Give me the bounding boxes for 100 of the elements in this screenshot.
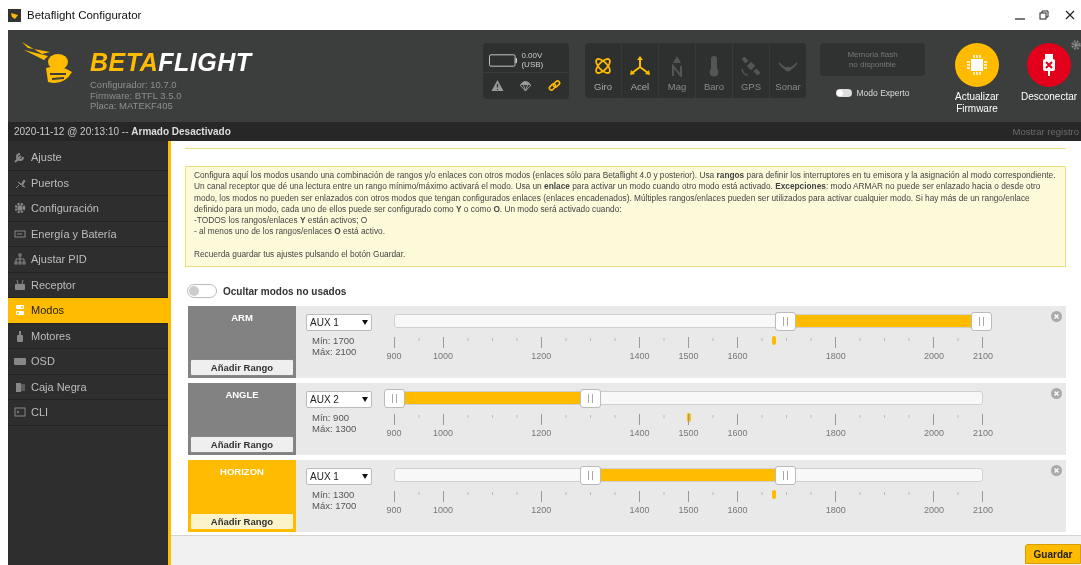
version-text: Placa: MATEKF405 (90, 101, 174, 112)
toggle-label: Ocultar modos no usados (223, 285, 347, 297)
range-min: Mín: 1300 (311, 489, 356, 501)
scale-label: 1500 (678, 351, 699, 362)
sidebar-item[interactable]: Energía y Batería (8, 221, 168, 247)
toggle-switch[interactable] (835, 89, 852, 97)
motor-icon (14, 329, 26, 342)
caret-icon (362, 320, 368, 326)
close-icon (1063, 8, 1077, 22)
scale-label: 2100 (973, 505, 993, 516)
mode-name: ARM (231, 312, 253, 324)
scale-label: 1400 (629, 428, 650, 439)
add-range-button[interactable]: Añadir Rango (190, 436, 294, 454)
range-min: Mín: 1700 (311, 335, 356, 347)
info-text: - al menos uno de los rangos/enlaces O está activo. (194, 226, 386, 238)
channel-dropdown[interactable]: AUX 1 (306, 468, 372, 486)
version-text: Configurador: 10.7.0 (90, 80, 178, 91)
disconnect-button[interactable]: Desconectar (1017, 43, 1081, 115)
scale-label: 1400 (629, 351, 650, 362)
sidebar-item[interactable]: Configuración (8, 196, 168, 222)
sidebar-item[interactable]: Motores (8, 323, 168, 349)
sensor-indicator: Sonar (770, 43, 806, 98)
remove-icon[interactable] (1051, 388, 1062, 400)
version-text: Firmware: BTFL 3.5.0 (90, 90, 182, 101)
restore-icon (1037, 8, 1051, 22)
slider-handle[interactable] (384, 389, 405, 409)
sidebar-item[interactable]: Caja Negra (8, 374, 168, 400)
hierarchy-icon (14, 253, 26, 266)
status-text: 2020-11-12 @ 20:13:10 -- Armado Desactivado (14, 126, 231, 137)
scale-label: 2000 (923, 505, 944, 516)
minimize-icon (1015, 18, 1025, 20)
sensor-indicator: Mag (659, 43, 696, 98)
update-firmware-button[interactable]: Actualizar Firmware (945, 43, 1009, 115)
sidebar-item[interactable]: CLI (8, 400, 168, 426)
save-button[interactable]: Guardar (1025, 544, 1081, 564)
info-text: -TODOS los rangos/enlaces Y están activos; O (194, 215, 369, 227)
sensor-indicator: Acel (622, 43, 659, 98)
scale-label: 2100 (973, 428, 993, 439)
mode-name: HORIZON (220, 466, 264, 478)
scale-label: 1800 (825, 351, 846, 362)
receiver-icon (14, 278, 26, 291)
scale-label: 1600 (727, 428, 748, 439)
scale-label: 1400 (629, 505, 650, 516)
battery-icon (489, 53, 518, 67)
info-text: Configura aquí los modos usando una combinación de rangos y/o enlaces con otros modos (enlaces sólo para Betaflight 4.0 y posterior). Usa rangos para definir los interruptores en tu emisora y la asignación al modo correspondiente. Un canal receptor que dé una lectura entre un rango mínimo/máximo activará el modo. Usa un enlace para activar un modo cuando otro modo está activado. Excepciones: modo ARMAR no puede ser enlazado hacia o desde otro modo, los modos no pueden ser enlazados con otros modos que tengan configurados enlaces (enlaces encadenados). Múltiples rangos/enlaces pueden ser utilizados para activar cualquier modo. Si hay más de un rango/enlace definido para un modo, cada uno de ellos puede ser configurado como Y o como O. Un modo será activado cuando: (194, 170, 1057, 216)
scale-label: 1800 (825, 428, 846, 439)
scale-label: 1600 (727, 505, 748, 516)
terminal-icon (14, 406, 26, 419)
toggle-switch[interactable] (187, 284, 217, 299)
remove-icon[interactable] (1051, 311, 1062, 323)
scale-label: 1000 (433, 505, 454, 516)
sensor-indicator: GPS (733, 43, 770, 98)
scale-label: 900 (386, 505, 402, 516)
logo-text: BETA (90, 48, 159, 77)
scale-label: 1800 (825, 505, 846, 516)
scale-label: 900 (386, 351, 402, 362)
scale-label: 1200 (531, 351, 552, 362)
scale-label: 1500 (678, 505, 699, 516)
sensor-indicator: Giro (585, 43, 622, 98)
slider-handle[interactable] (775, 466, 797, 486)
sidebar-item[interactable]: Modos (8, 298, 168, 324)
mode-name: ANGLE (225, 389, 259, 401)
sidebar-item[interactable]: OSD (8, 349, 168, 375)
scale-label: 2000 (923, 428, 944, 439)
sidebar-item[interactable]: Ajustar PID (8, 247, 168, 273)
logo-text: FLIGHT (158, 48, 252, 77)
scale-label: 1200 (531, 428, 552, 439)
caret-icon (362, 397, 368, 403)
recorder-icon (14, 380, 26, 393)
scale-label: 1000 (433, 428, 454, 439)
scale-label: 1600 (727, 351, 748, 362)
battery-icon (14, 227, 26, 240)
info-text: Recuerda guardar tus ajustes pulsando el botón Guardar. (194, 248, 407, 261)
slider-handle[interactable] (579, 389, 601, 409)
sidebar-item[interactable]: Puertos (8, 170, 168, 196)
sensor-indicator: Baro (696, 43, 733, 98)
remove-icon[interactable] (1051, 465, 1062, 477)
scale-label: 2000 (923, 351, 944, 362)
scale-label: 1500 (678, 428, 699, 439)
range-min: Mín: 900 (311, 412, 350, 424)
wrench-icon (14, 151, 26, 164)
add-range-button[interactable]: Añadir Rango (190, 513, 294, 531)
settings-icon (14, 202, 26, 215)
slider-handle[interactable] (971, 312, 992, 332)
app-icon (8, 8, 21, 22)
settings-icon (1071, 40, 1081, 50)
window-title: Betaflight Configurator (27, 9, 143, 21)
sidebar-item[interactable]: Ajuste (8, 145, 168, 171)
scale-label: 1200 (531, 505, 552, 516)
channel-dropdown[interactable]: AUX 2 (306, 391, 372, 409)
switches-icon (14, 304, 26, 317)
add-range-button[interactable]: Añadir Rango (190, 359, 294, 377)
channel-dropdown[interactable]: AUX 1 (306, 314, 372, 332)
toggle-label: Modo Experto (856, 88, 910, 98)
scale-label: 1000 (433, 351, 454, 362)
slider-handle[interactable] (579, 466, 601, 486)
battery-reading: 0.00V (USB) (521, 51, 545, 69)
scale-label: 2100 (973, 351, 993, 362)
screen-icon (14, 355, 26, 368)
slider-handle[interactable] (775, 312, 797, 332)
